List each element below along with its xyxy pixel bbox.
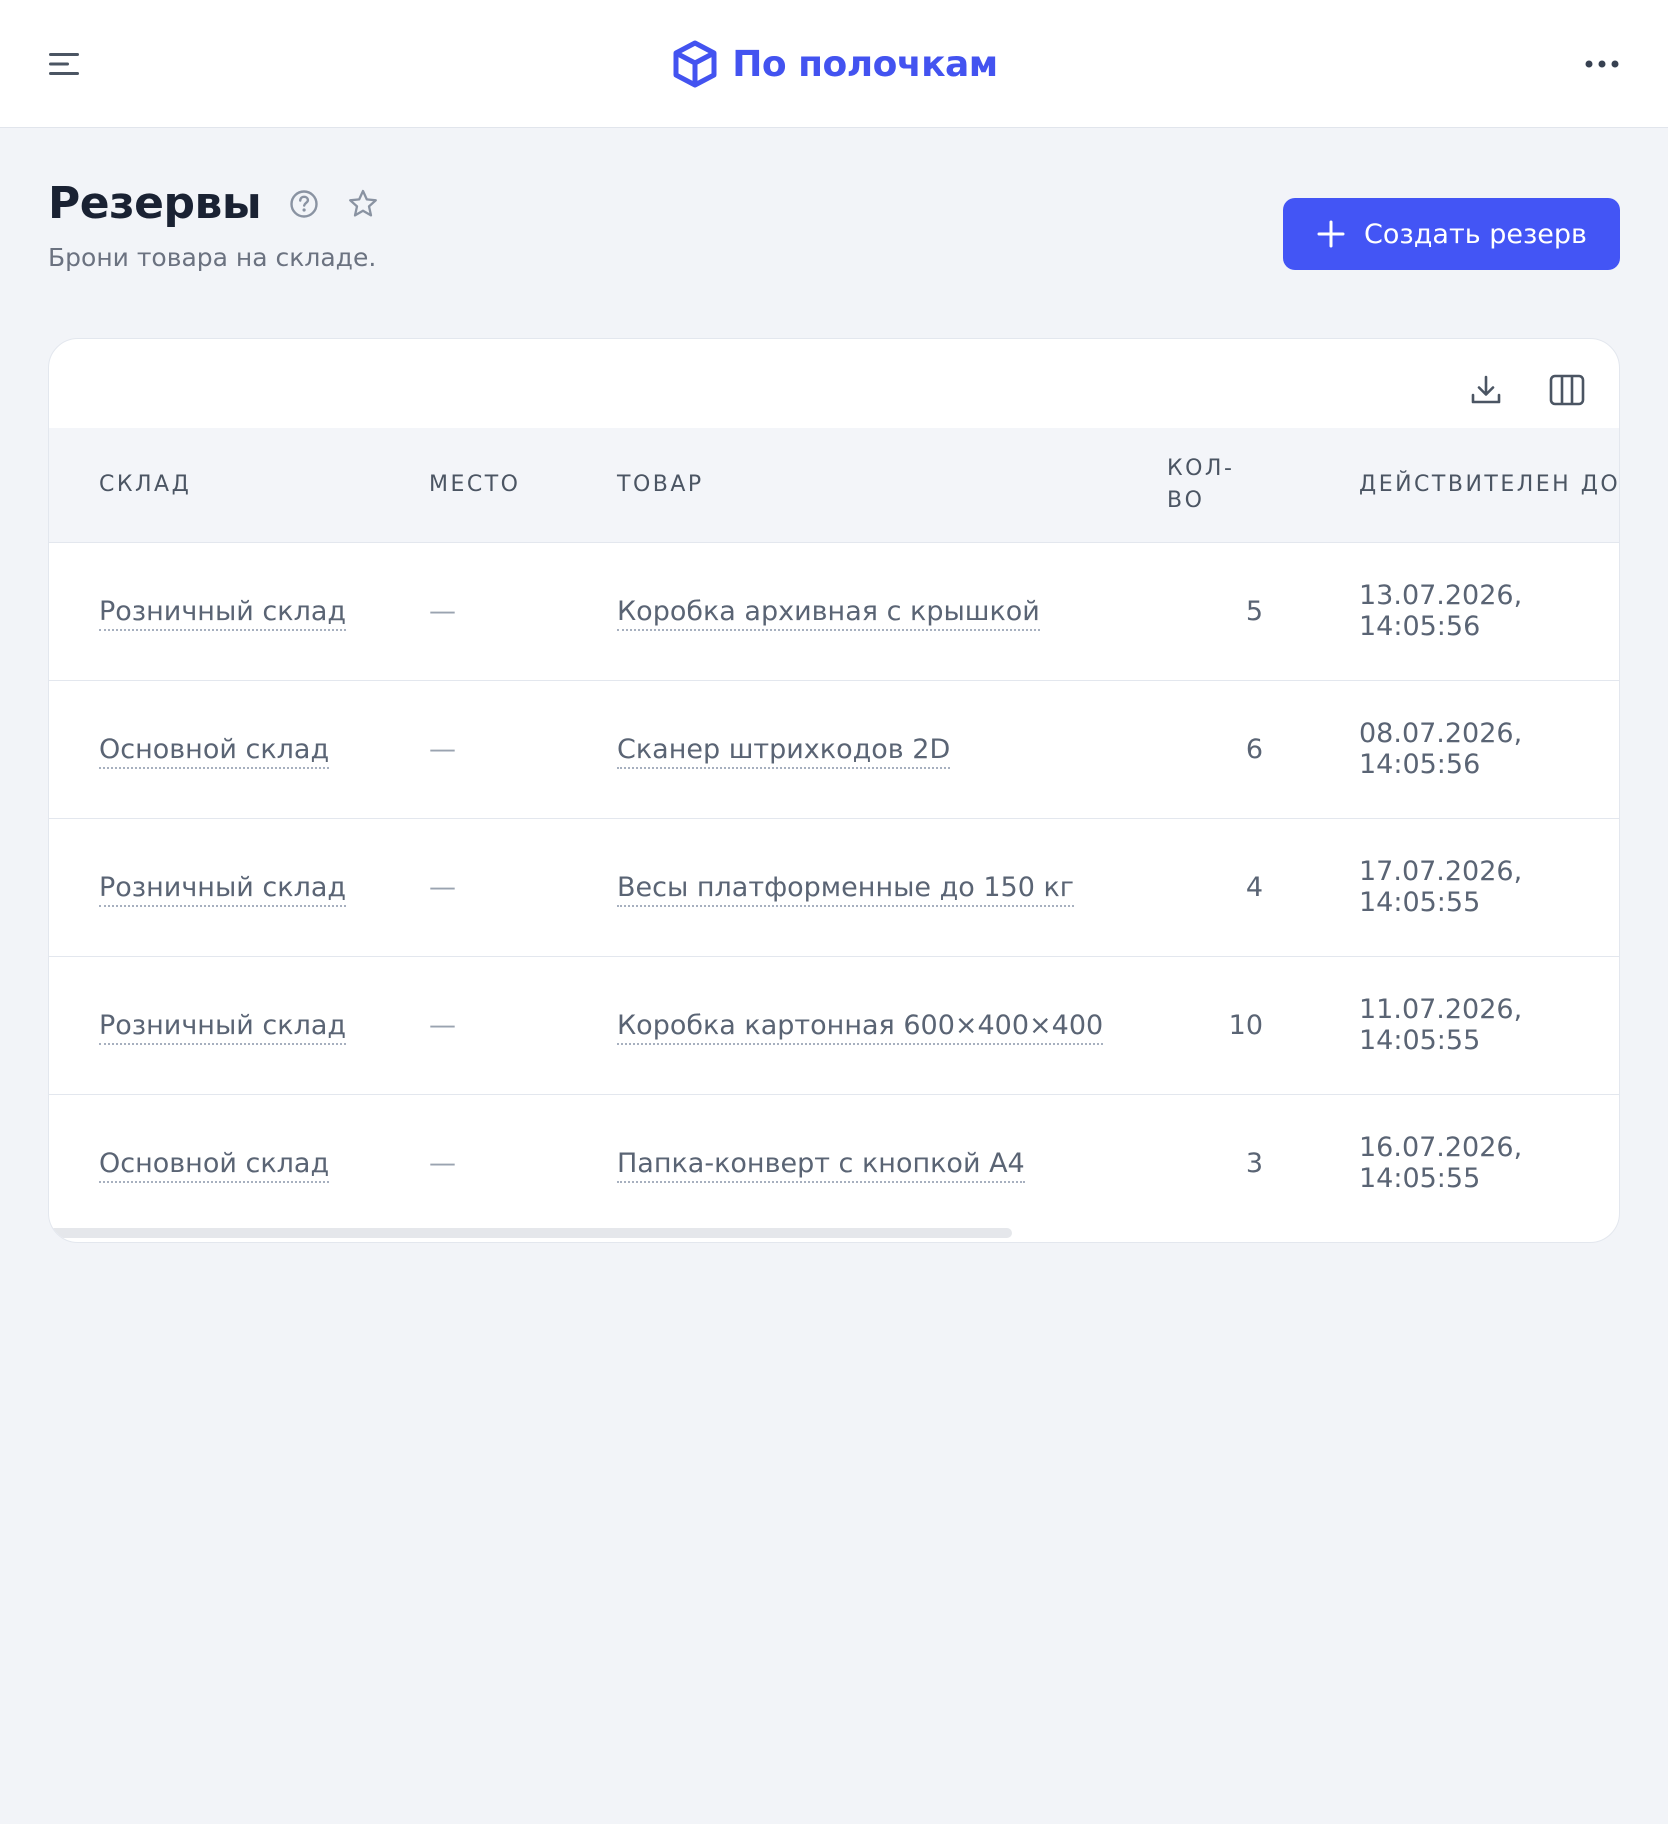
brand-name: По полочкам — [732, 43, 998, 85]
product-link[interactable]: Сканер штрихкодов 2D — [617, 733, 951, 769]
column-header-qty[interactable]: КОЛ-ВО — [1167, 428, 1263, 543]
warehouse-link[interactable]: Основной склад — [99, 733, 330, 769]
table-row[interactable]: Розничный склад — Коробка архивная с кры… — [49, 542, 1619, 681]
valid-until-cell: 13.07.2026, 14:05:56 — [1263, 542, 1619, 681]
qty-cell: 10 — [1167, 956, 1263, 1095]
horizontal-scrollbar[interactable] — [49, 1228, 1012, 1238]
table-toolbar — [1469, 373, 1585, 407]
page-header: Резервы Брони товара на складе. — [48, 178, 379, 272]
column-header-place[interactable]: МЕСТО — [429, 428, 617, 543]
column-header-product[interactable]: ТОВАР — [617, 428, 1167, 543]
help-circle-icon[interactable] — [289, 189, 319, 219]
warehouse-link[interactable]: Розничный склад — [99, 871, 347, 907]
create-reserve-button[interactable]: Создать резерв — [1283, 198, 1620, 270]
top-bar: По полочкам — [0, 0, 1668, 128]
warehouse-link[interactable]: Основной склад — [99, 1147, 330, 1183]
qty-cell: 6 — [1167, 680, 1263, 819]
column-header-qty-label: КОЛ-ВО — [1167, 455, 1235, 513]
product-link[interactable]: Папка-конверт с кнопкой А4 — [617, 1147, 1025, 1183]
place-cell: — — [429, 1147, 456, 1179]
valid-until-cell: 16.07.2026, 14:05:55 — [1359, 1132, 1523, 1194]
column-header-warehouse[interactable]: СКЛАД — [49, 428, 429, 543]
qty-cell: 3 — [1245, 1147, 1263, 1179]
reserves-table-card: СКЛАД МЕСТО ТОВАР КОЛ-ВО ДЕЙСТВИТЕЛЕН ДО… — [48, 338, 1620, 1243]
more-horizontal-icon[interactable] — [1580, 44, 1624, 84]
brand-logo[interactable]: По полочкам — [0, 38, 1668, 90]
product-link[interactable]: Весы платформенные до 150 кг — [617, 871, 1074, 907]
star-icon[interactable] — [347, 188, 379, 220]
page-title: Резервы — [48, 178, 262, 229]
cube-icon — [673, 40, 717, 88]
download-icon[interactable] — [1469, 373, 1503, 407]
place-cell: — — [429, 1009, 456, 1041]
valid-until-cell: 11.07.2026, 14:05:55 — [1263, 956, 1619, 1095]
qty-cell: 4 — [1167, 818, 1263, 957]
table-row[interactable]: Основной склад — Папка-конверт с кнопкой… — [49, 1094, 1619, 1232]
valid-until-cell: 17.07.2026, 14:05:55 — [1263, 818, 1619, 957]
table-row[interactable]: Основной склад — Сканер штрихкодов 2D 6 … — [49, 680, 1619, 819]
place-cell: — — [429, 595, 456, 627]
product-link[interactable]: Коробка картонная 600×400×400 — [617, 1009, 1104, 1045]
column-header-valid-until[interactable]: ДЕЙСТВИТЕЛЕН ДО — [1263, 428, 1619, 543]
page-subtitle: Брони товара на складе. — [48, 243, 377, 272]
columns-icon[interactable] — [1549, 374, 1585, 406]
plus-icon — [1317, 220, 1345, 248]
warehouse-link[interactable]: Розничный склад — [99, 1009, 347, 1045]
create-reserve-label: Создать резерв — [1364, 218, 1587, 250]
warehouse-link[interactable]: Розничный склад — [99, 595, 347, 631]
table-row[interactable]: Розничный склад — Весы платформенные до … — [49, 818, 1619, 957]
qty-cell: 5 — [1167, 542, 1263, 681]
product-link[interactable]: Коробка архивная с крышкой — [617, 595, 1040, 631]
place-cell: — — [429, 871, 456, 903]
valid-until-cell: 08.07.2026, 14:05:56 — [1263, 680, 1619, 819]
reserves-table: СКЛАД МЕСТО ТОВАР КОЛ-ВО ДЕЙСТВИТЕЛЕН ДО… — [49, 428, 1619, 1232]
table-row[interactable]: Розничный склад — Коробка картонная 600×… — [49, 956, 1619, 1095]
place-cell: — — [429, 733, 456, 765]
table-header-row: СКЛАД МЕСТО ТОВАР КОЛ-ВО ДЕЙСТВИТЕЛЕН ДО — [49, 428, 1619, 543]
